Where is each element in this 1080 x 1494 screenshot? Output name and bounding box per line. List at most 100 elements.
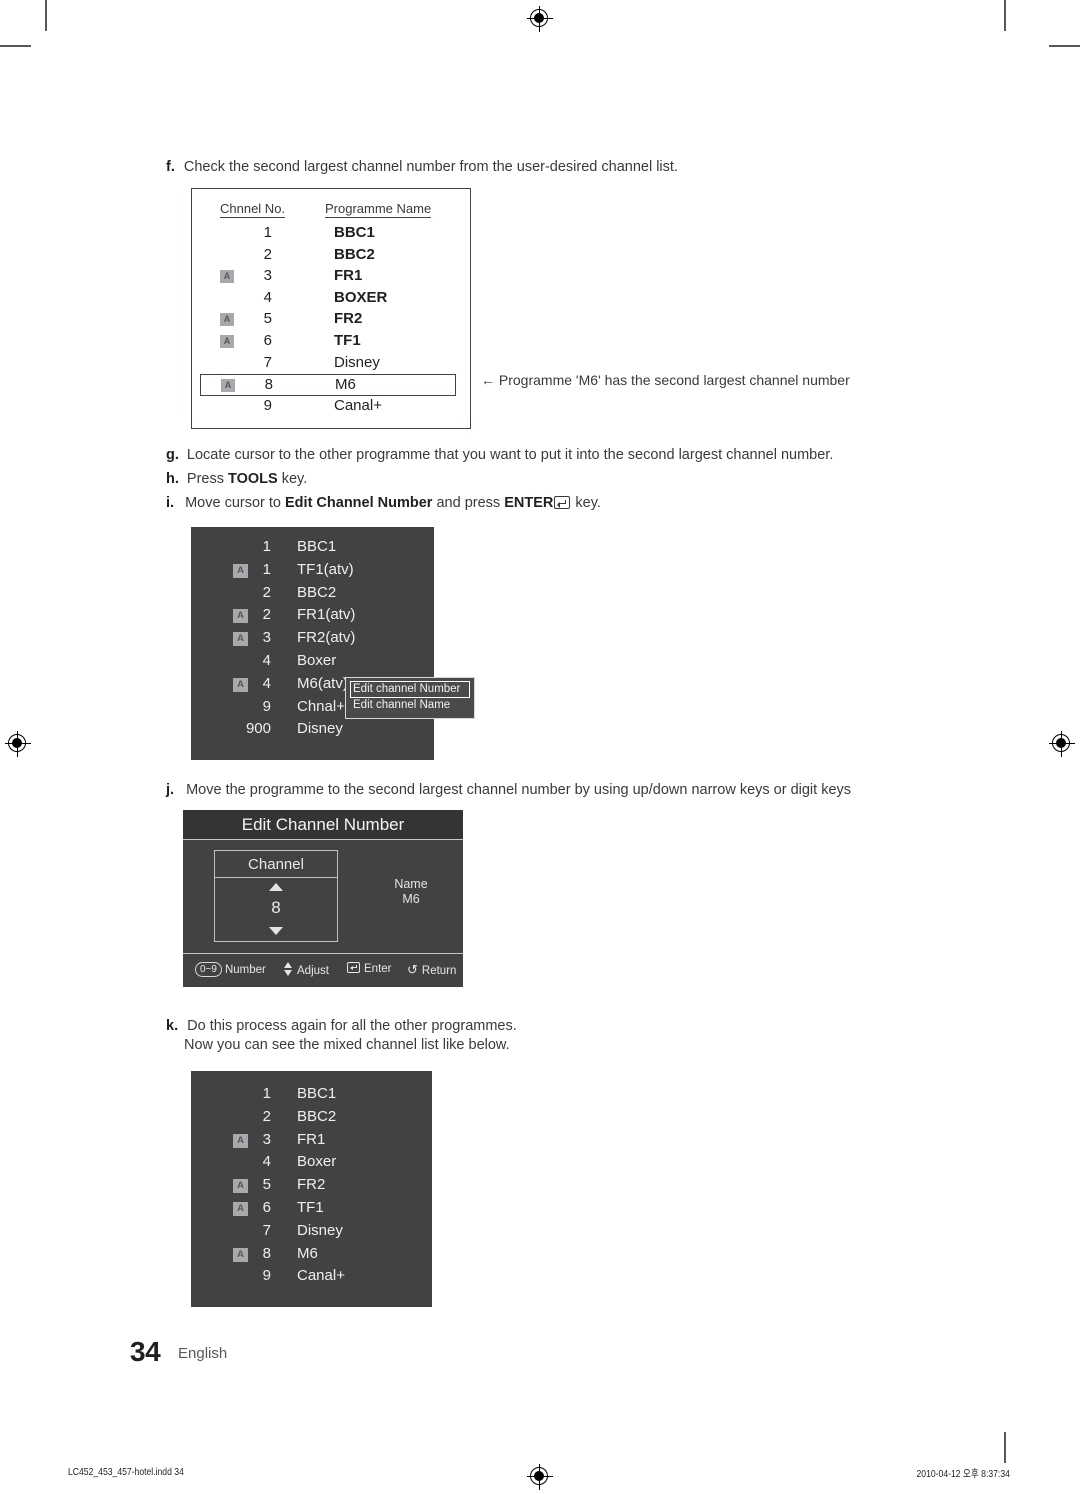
tools-context-menu: Edit channel Number Edit channel Name: [345, 677, 475, 719]
list-item[interactable]: 900 Disney: [217, 719, 434, 742]
programme-name: TF1: [297, 1198, 324, 1216]
step-h-text-after: key.: [277, 471, 308, 487]
step-i-text-after: key.: [571, 495, 601, 511]
crop-mark-top-right-h: [1049, 45, 1080, 47]
updown-arrows-icon: [284, 962, 293, 976]
programme-name: FR2: [334, 310, 363, 328]
list-item[interactable]: A 3 FR1: [217, 1130, 432, 1153]
programme-name: M6(atv): [297, 674, 348, 692]
list-item[interactable]: A 5 FR2: [217, 1175, 432, 1198]
programme-name: Canal+: [334, 396, 382, 414]
osd-channel-list-with-tools-menu: 1 BBC1 A 1 TF1(atv) 2 BBC2 A 2 FR1(atv) …: [191, 527, 434, 760]
list-item[interactable]: A 1 TF1(atv): [217, 560, 434, 583]
programme-name: Chnal+: [297, 697, 345, 715]
channel-number: 7: [262, 1221, 271, 1239]
channel-number-stepper[interactable]: Channel 8: [214, 850, 338, 942]
manual-page: f. Check the second largest channel numb…: [0, 0, 1080, 1494]
edit-channel-number-dialog: Edit Channel Number Channel 8 Name M6 0~…: [183, 810, 463, 987]
enter-key-icon: [347, 962, 360, 973]
programme-name: BBC1: [334, 224, 375, 241]
channel-number: 3: [262, 1130, 271, 1148]
programme-name: FR2(atv): [297, 629, 356, 647]
channel-number: 9: [263, 396, 272, 414]
user-desired-channel-table: Chnnel No. Programme Name 1 BBC1 2 BBC2 …: [191, 188, 471, 429]
dialog-body: Channel 8 Name M6: [183, 840, 463, 953]
programme-name: M6: [297, 1244, 318, 1262]
step-i: i. Move cursor to Edit Channel Number an…: [166, 494, 601, 513]
menu-item-edit-channel-number[interactable]: Edit channel Number: [350, 681, 470, 698]
hint-enter: Enter: [347, 962, 392, 975]
list-item[interactable]: A 2 FR1(atv): [217, 605, 434, 628]
hint-number: 0~9 Number: [195, 962, 266, 977]
page-language-label: English: [178, 1345, 228, 1362]
stepper-label: Channel: [215, 851, 337, 878]
print-footer-filename: LC452_453_457-hotel.indd 34: [68, 1466, 184, 1478]
table-row: A 6 TF1: [204, 331, 458, 353]
programme-name: FR2: [297, 1176, 326, 1194]
menu-item-edit-channel-name[interactable]: Edit channel Name: [350, 698, 470, 713]
osd-final-channel-list: 1 BBC1 2 BBC2 A 3 FR1 4 Boxer A 5 FR2 A …: [191, 1071, 432, 1307]
step-f-letter: f.: [166, 159, 175, 175]
list-item[interactable]: A 6 TF1: [217, 1198, 432, 1221]
table-row: A 5 FR2: [204, 309, 458, 331]
programme-name: BBC2: [297, 1107, 337, 1125]
programme-name: Boxer: [297, 1153, 337, 1171]
list-item[interactable]: A 8 M6: [217, 1244, 432, 1267]
step-i-text-before: Move cursor to: [185, 495, 286, 511]
hint-adjust-label: Adjust: [297, 965, 329, 977]
hint-number-label: Number: [224, 964, 266, 976]
programme-name: BOXER: [334, 288, 388, 306]
programme-name: Disney: [297, 720, 343, 738]
channel-number: 9: [262, 697, 271, 715]
list-item[interactable]: 2 BBC2: [217, 583, 434, 606]
list-item[interactable]: 2 BBC2: [217, 1107, 432, 1130]
programme-name: FR1: [297, 1130, 326, 1148]
channel-number: 6: [263, 331, 272, 349]
list-item[interactable]: 7 Disney: [217, 1221, 432, 1244]
list-item[interactable]: 1 BBC1: [217, 1084, 432, 1107]
dialog-footer-hints: 0~9 Number Adjust Enter ↺ Return: [183, 953, 463, 985]
table-row: 2 BBC2: [204, 245, 458, 267]
step-k-letter: k.: [166, 1018, 179, 1034]
stepper-value: 8: [271, 898, 281, 917]
channel-number: 4: [262, 651, 271, 669]
step-j-text: Move the programme to the second largest…: [186, 782, 852, 798]
crop-mark-top-left-h: [0, 45, 31, 47]
dialog-title: Edit Channel Number: [183, 810, 463, 840]
step-i-text-middle: and press: [432, 495, 505, 511]
channel-number: 5: [262, 1176, 271, 1194]
return-arrow-icon: ↺: [407, 962, 418, 977]
table-row: 1 BBC1: [204, 223, 458, 245]
table-row: 4 BOXER: [204, 288, 458, 310]
programme-name: TF1(atv): [297, 560, 354, 578]
list-item[interactable]: 9 Canal+: [217, 1266, 432, 1289]
enter-key-label: ENTER: [504, 495, 554, 511]
programme-name: M6: [335, 376, 356, 394]
list-item[interactable]: A 3 FR2(atv): [217, 628, 434, 651]
channel-number: 5: [263, 310, 272, 328]
step-g: g. Locate cursor to the other programme …: [166, 446, 833, 465]
channel-number: 2: [262, 1107, 271, 1125]
table-row: A 3 FR1: [204, 266, 458, 288]
registration-mark-right: [1049, 731, 1075, 757]
list-item[interactable]: 4 Boxer: [217, 1152, 432, 1175]
programme-name: Disney: [334, 353, 380, 371]
channel-number: 8: [264, 376, 273, 394]
arrow-down-icon[interactable]: [269, 927, 283, 935]
step-k-line1: Do this process again for all the other …: [187, 1018, 517, 1034]
channel-number: 2: [262, 583, 271, 601]
list-item[interactable]: 1 BBC1: [217, 537, 434, 560]
channel-number: 1: [262, 538, 271, 555]
arrow-up-icon[interactable]: [269, 883, 283, 891]
programme-name: FR1: [334, 267, 363, 285]
step-j: j. Move the programme to the second larg…: [166, 781, 851, 800]
list-item[interactable]: 4 Boxer: [217, 651, 434, 674]
channel-number: 1: [263, 224, 272, 241]
step-k-line2: Now you can see the mixed channel list l…: [184, 1037, 510, 1053]
programme-name: Disney: [297, 1221, 343, 1239]
print-footer-timestamp: 2010-04-12 오후 8:37:34: [916, 1468, 1010, 1480]
column-header-channel-no: Chnnel No.: [220, 201, 286, 218]
crop-mark-top-right-v: [1004, 0, 1006, 31]
channel-number: 3: [262, 629, 271, 647]
enter-key-icon: [554, 496, 571, 509]
